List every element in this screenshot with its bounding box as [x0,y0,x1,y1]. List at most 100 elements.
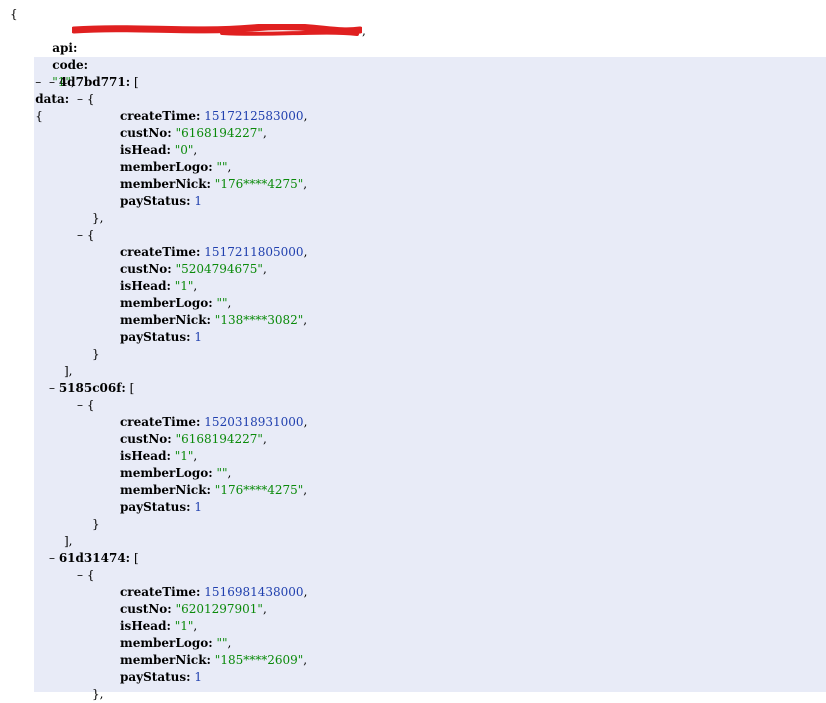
data-row: – data: { [20,57,69,123]
code-row: code: "1", [52,58,89,89]
field-key: isHead: [120,449,171,463]
field-row-paystatus: payStatus: 1 [120,329,202,346]
field-row-paystatus: payStatus: 1 [120,669,202,686]
data-collapse-toggle[interactable]: – [35,75,41,89]
field-row-custno: custNo: "5204794675", [120,262,267,276]
field-value: "138****3082" [214,313,304,327]
field-key: memberLogo: [120,296,213,310]
field-key: memberNick: [120,313,211,327]
field-value: 1 [194,670,203,684]
field-row-createtime: createTime: 1517211805000, [120,245,308,259]
field-key: payStatus: [120,670,191,684]
field-key: memberLogo: [120,160,213,174]
field-value: "" [216,160,228,174]
field-key: custNo: [120,262,172,276]
field-key: isHead: [120,619,171,633]
field-row-membernick: memberNick: "176****4275", [120,177,308,191]
field-value: "1" [174,449,194,463]
api-comma: , [362,24,366,38]
field-row-memberlogo: memberLogo: "", [120,296,232,310]
field-row-custno: custNo: "6201297901", [120,602,267,616]
field-key: isHead: [120,279,171,293]
field-value: 1516981438000 [204,585,304,599]
group-key: 4d7bd771: [58,75,131,89]
field-key: payStatus: [120,194,191,208]
field-row-ishead: isHead: "1", [120,449,198,463]
data-open-brace: { [35,109,43,123]
field-row-paystatus: payStatus: 1 [120,499,202,516]
item-collapse-toggle[interactable]: – [77,568,83,582]
group-collapse-toggle[interactable]: – [49,381,55,395]
item-open-brace: { [86,568,95,582]
field-key: createTime: [120,585,201,599]
item-collapse-toggle[interactable]: – [77,228,83,242]
field-key: memberLogo: [120,636,213,650]
group-key: 5185c06f: [58,381,126,395]
field-value: 1517212583000 [204,109,304,123]
field-key: custNo: [120,126,172,140]
item-collapse-toggle[interactable]: – [77,92,83,106]
field-row-ishead: isHead: "0", [120,143,198,157]
field-row-membernick: memberNick: "138****3082", [120,313,308,327]
item-open-brace: { [86,228,95,242]
item-close-brace: }, [92,211,104,225]
item-close-brace: } [92,347,100,361]
data-key: data: [35,92,70,106]
field-row-paystatus: payStatus: 1 [120,193,202,210]
field-value: "1" [174,619,194,633]
field-value: "" [216,636,228,650]
group-key: 61d31474: [58,551,131,565]
field-value: "176****4275" [214,483,304,497]
field-value: "185****2609" [214,653,304,667]
item-close-brace: }, [92,687,104,701]
field-value: 1 [194,500,203,514]
field-value: "0" [174,143,194,157]
field-row-createtime: createTime: 1520318931000, [120,415,308,429]
field-row-membernick: memberNick: "185****2609", [120,653,308,667]
field-row-ishead: isHead: "1", [120,619,198,633]
field-row-custno: custNo: "6168194227", [120,432,267,446]
redaction-scribble [72,24,362,36]
field-row-memberlogo: memberLogo: "", [120,160,232,174]
item-header: – { [77,567,94,584]
field-value: "" [216,466,228,480]
item-open-brace: { [86,92,95,106]
item-close-brace: } [92,517,100,531]
field-value: "6168194227" [175,432,263,446]
field-value: "1" [174,279,194,293]
field-key: custNo: [120,602,172,616]
field-value: "" [216,296,228,310]
item-collapse-toggle[interactable]: – [77,398,83,412]
field-row-membernick: memberNick: "176****4275", [120,483,308,497]
field-value: 1 [194,330,203,344]
field-row-memberlogo: memberLogo: "", [120,466,232,480]
field-value: 1 [194,194,203,208]
field-key: custNo: [120,432,172,446]
root-open-brace: { [10,7,18,21]
group-collapse-toggle[interactable]: – [49,75,55,89]
field-value: 1520318931000 [204,415,304,429]
field-key: createTime: [120,245,201,259]
group-open-bracket: [ [129,381,135,395]
item-header: – { [77,397,94,414]
field-row-memberlogo: memberLogo: "", [120,636,232,650]
field-row-ishead: isHead: "1", [120,279,198,293]
field-key: createTime: [120,109,201,123]
group-close-bracket: ], [64,534,73,548]
field-key: memberNick: [120,653,211,667]
group-header: – 4d7bd771: [ [49,74,139,91]
group-open-bracket: [ [133,551,139,565]
item-header: – { [77,227,94,244]
field-row-createtime: createTime: 1517212583000, [120,109,308,123]
group-collapse-toggle[interactable]: – [49,551,55,565]
field-key: memberNick: [120,483,211,497]
group-header: – 5185c06f: [ [49,380,134,397]
field-key: memberLogo: [120,466,213,480]
field-value: "5204794675" [175,262,263,276]
item-header: – { [77,91,94,108]
field-value: "6168194227" [175,126,263,140]
field-key: createTime: [120,415,201,429]
item-open-brace: { [86,398,95,412]
field-key: isHead: [120,143,171,157]
field-row-custno: custNo: "6168194227", [120,126,267,140]
